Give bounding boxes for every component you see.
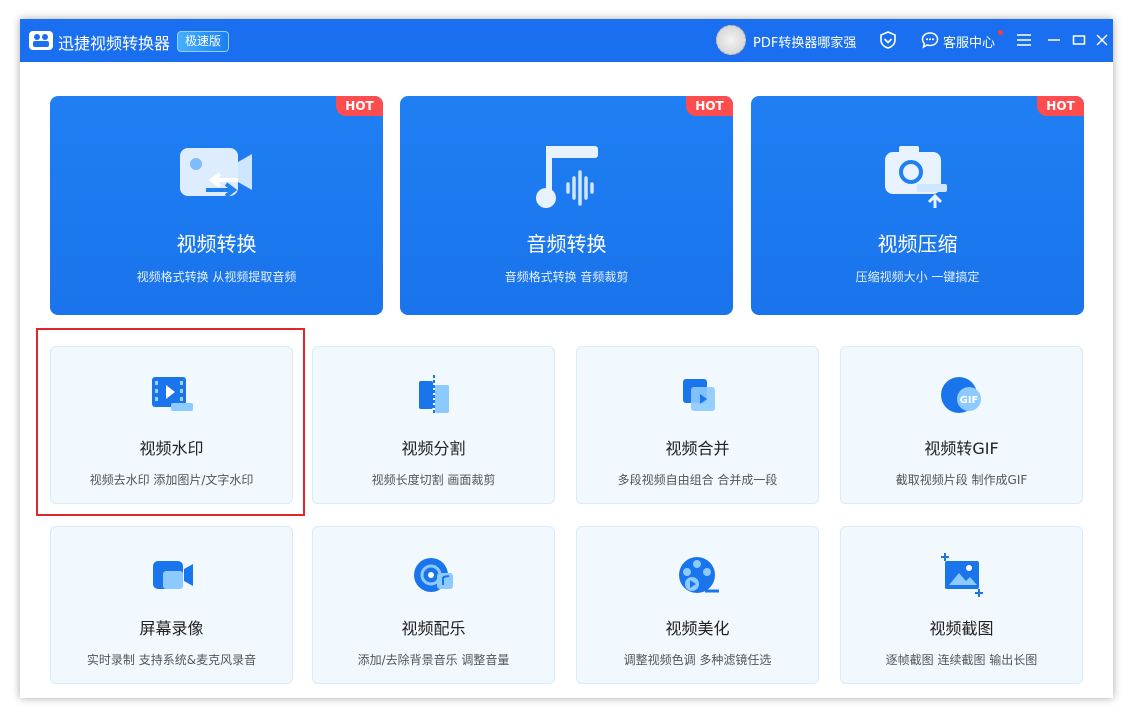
card-subtitle: 视频格式转换 从视频提取音频 <box>136 270 297 284</box>
video-compress-icon <box>885 146 947 208</box>
edition-badge: 极速版 <box>177 31 230 52</box>
card-subtitle: 视频长度切割 画面裁剪 <box>371 473 496 487</box>
app-title: 迅捷视频转换器 <box>58 34 171 53</box>
card-video-gif[interactable]: GIF 视频转GIF 截取视频片段 制作成GIF <box>840 346 1083 504</box>
title-bar: 迅捷视频转换器 极速版 PDF转换器哪家强 客服中心 <box>20 19 1113 62</box>
service-center-link[interactable]: 客服中心 <box>943 32 995 51</box>
video-screenshot-icon <box>941 553 983 597</box>
app-logo-icon <box>29 31 53 50</box>
chat-bubble-icon[interactable] <box>921 31 939 49</box>
card-title: 视频转GIF <box>924 439 999 458</box>
card-subtitle: 逐帧截图 连续截图 输出长图 <box>885 653 1038 667</box>
hot-badge: HOT <box>336 96 383 116</box>
video-split-icon <box>419 375 449 415</box>
card-video-convert[interactable]: HOT 视频转换 视频格式转换 从视频提取音频 <box>50 96 383 315</box>
card-video-compress[interactable]: HOT 视频压缩 压缩视频大小 一键搞定 <box>751 96 1084 315</box>
video-music-icon <box>414 558 453 592</box>
vip-shield-icon[interactable] <box>879 31 897 49</box>
card-title: 视频水印 <box>139 439 204 458</box>
card-subtitle: 音频格式转换 音频裁剪 <box>504 270 629 284</box>
card-audio-convert[interactable]: HOT 音频转换 音频格式转换 音频裁剪 <box>400 96 733 315</box>
card-title: 视频压缩 <box>877 232 958 256</box>
video-merge-icon <box>683 379 715 411</box>
card-video-beautify[interactable]: 视频美化 调整视频色调 多种滤镜任选 <box>576 526 819 684</box>
screen-record-icon <box>153 561 193 589</box>
card-title: 音频转换 <box>526 232 607 256</box>
card-subtitle: 添加/去除背景音乐 调整音量 <box>357 653 510 667</box>
card-title: 视频分割 <box>401 439 466 458</box>
close-icon[interactable] <box>1093 31 1111 49</box>
notification-dot <box>998 30 1003 35</box>
card-title: 视频合并 <box>665 439 730 458</box>
video-convert-icon <box>180 148 252 198</box>
card-subtitle: 截取视频片段 制作成GIF <box>895 473 1028 487</box>
card-title: 视频配乐 <box>401 619 466 638</box>
card-subtitle: 多段视频自由组合 合并成一段 <box>617 473 778 487</box>
card-video-split[interactable]: 视频分割 视频长度切割 画面裁剪 <box>312 346 555 504</box>
card-video-watermark[interactable]: 视频水印 视频去水印 添加图片/文字水印 <box>50 346 293 504</box>
card-screen-record[interactable]: 屏幕录像 实时录制 支持系统&麦克风录音 <box>50 526 293 684</box>
svg-text:GIF: GIF <box>960 395 979 406</box>
app-window: 迅捷视频转换器 极速版 PDF转换器哪家强 客服中心 HOT 视频转换 视频格式… <box>20 19 1113 698</box>
card-video-merge[interactable]: 视频合并 多段视频自由组合 合并成一段 <box>576 346 819 504</box>
card-subtitle: 视频去水印 添加图片/文字水印 <box>89 473 254 487</box>
card-subtitle: 实时录制 支持系统&麦克风录音 <box>86 653 257 667</box>
minimize-icon[interactable] <box>1045 31 1063 49</box>
card-video-music[interactable]: 视频配乐 添加/去除背景音乐 调整音量 <box>312 526 555 684</box>
menu-icon[interactable] <box>1015 31 1033 49</box>
card-title: 视频美化 <box>665 619 730 638</box>
audio-convert-icon <box>536 146 598 208</box>
maximize-icon[interactable] <box>1070 31 1088 49</box>
video-beautify-icon <box>679 557 719 593</box>
card-title: 视频转换 <box>176 232 257 256</box>
hot-badge: HOT <box>686 96 733 116</box>
card-subtitle: 压缩视频大小 一键搞定 <box>855 270 980 284</box>
video-watermark-icon <box>152 377 193 411</box>
avatar[interactable] <box>716 25 746 55</box>
card-title: 屏幕录像 <box>139 619 204 638</box>
hot-badge: HOT <box>1037 96 1084 116</box>
card-subtitle: 调整视频色调 多种滤镜任选 <box>623 653 772 667</box>
username[interactable]: PDF转换器哪家强 <box>753 32 856 51</box>
card-title: 视频截图 <box>929 619 994 638</box>
card-video-screenshot[interactable]: 视频截图 逐帧截图 连续截图 输出长图 <box>840 526 1083 684</box>
video-gif-icon: GIF <box>941 377 981 413</box>
